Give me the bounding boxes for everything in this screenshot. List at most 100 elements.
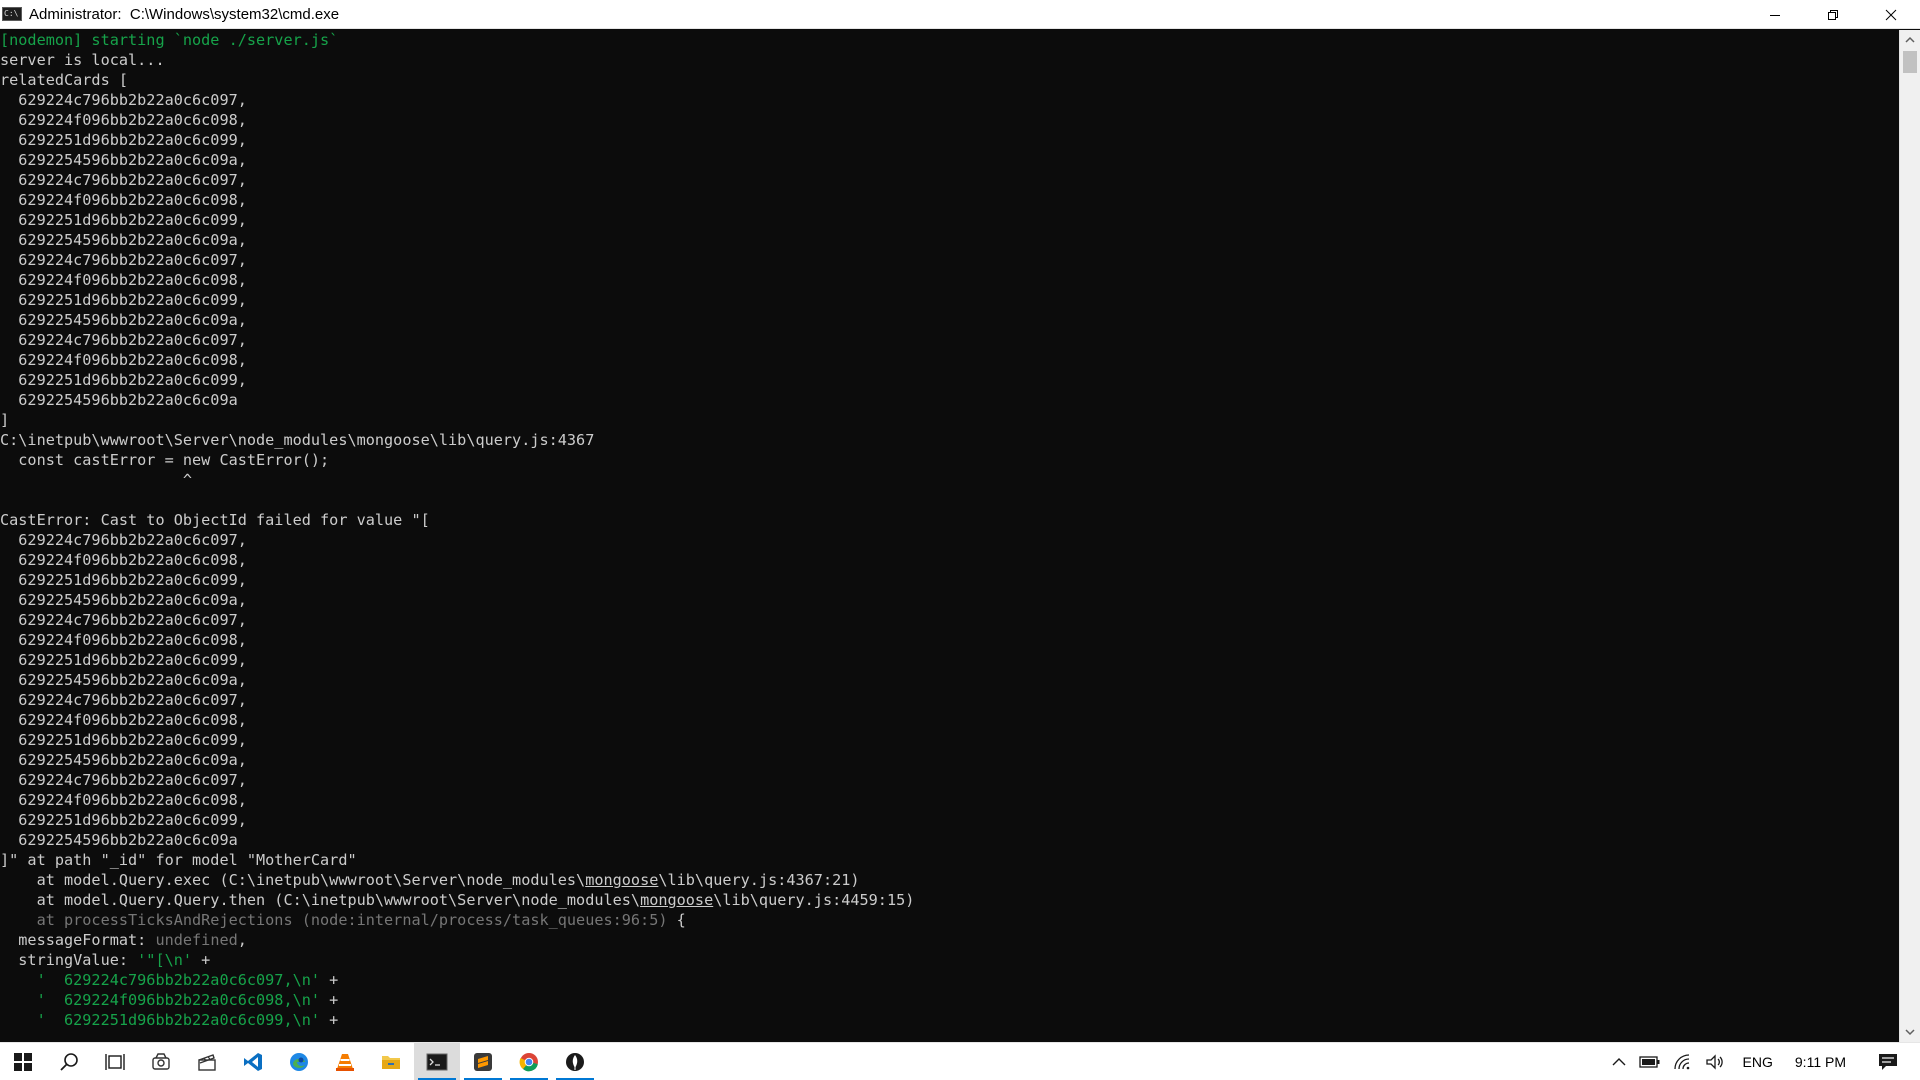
windows-start-icon: [14, 1052, 32, 1071]
console-scrollbar[interactable]: [1899, 30, 1920, 1042]
console-line: 6292254596bb2b22a0c6c09a,: [0, 590, 1899, 610]
console-line: C:\inetpub\wwwroot\Server\node_modules\m…: [0, 430, 1899, 450]
console-line: const castError = new CastError();: [0, 450, 1899, 470]
console-text: ' 629224c796bb2b22a0c6c097,\n': [0, 971, 321, 989]
console-text: 6292254596bb2b22a0c6c09a,: [0, 671, 247, 689]
task-view-icon: [105, 1053, 125, 1070]
battery-button[interactable]: [1633, 1043, 1667, 1080]
console-text: undefined: [155, 931, 238, 949]
console-text: 629224f096bb2b22a0c6c098,: [0, 271, 247, 289]
volume-button[interactable]: [1699, 1043, 1731, 1080]
console-line: at model.Query.exec (C:\inetpub\wwwroot\…: [0, 870, 1899, 890]
battery-icon: [1638, 1056, 1660, 1068]
taskbar-sublime[interactable]: [460, 1043, 506, 1080]
start-button[interactable]: [0, 1043, 46, 1080]
console-line: 629224f096bb2b22a0c6c098,: [0, 190, 1899, 210]
console-line: 629224f096bb2b22a0c6c098,: [0, 710, 1899, 730]
console-line: 6292254596bb2b22a0c6c09a: [0, 390, 1899, 410]
console-line: ^: [0, 470, 1899, 490]
scroll-thumb[interactable]: [1903, 51, 1917, 73]
console-text: {: [667, 911, 686, 929]
console-text: 629224f096bb2b22a0c6c098,: [0, 551, 247, 569]
console-text: 6292254596bb2b22a0c6c09a: [0, 831, 238, 849]
console-text: ' 6292251d96bb2b22a0c6c099,\n': [0, 1011, 321, 1029]
console-output[interactable]: [nodemon] starting `node ./server.js` ser…: [0, 30, 1899, 1042]
console-text: 6292254596bb2b22a0c6c09a,: [0, 751, 247, 769]
scroll-down-button[interactable]: [1900, 1022, 1920, 1042]
console-text: at processTicksAndRejections (node:inter…: [0, 911, 668, 929]
console-text: 629224c796bb2b22a0c6c097,: [0, 331, 247, 349]
taskbar-app-1[interactable]: [138, 1043, 184, 1080]
minimize-button[interactable]: [1746, 0, 1804, 29]
taskbar-edge[interactable]: [276, 1043, 322, 1080]
console-text: \lib\query.js:4459:15): [713, 891, 915, 909]
console-text: +: [320, 991, 339, 1009]
console-text: const castError = new CastError();: [0, 451, 330, 469]
title-bar[interactable]: Administrator: C:\Windows\system32\cmd.e…: [0, 0, 1920, 29]
search-button[interactable]: [46, 1043, 92, 1080]
console-text: 6292251d96bb2b22a0c6c099,: [0, 371, 247, 389]
cmd-app-icon: [2, 7, 22, 21]
scroll-up-button[interactable]: [1900, 30, 1920, 50]
taskbar-vscode[interactable]: [230, 1043, 276, 1080]
task-view-button[interactable]: [92, 1043, 138, 1080]
console-line: 6292251d96bb2b22a0c6c099,: [0, 130, 1899, 150]
console-line: 629224c796bb2b22a0c6c097,: [0, 170, 1899, 190]
console-line: ' 629224c796bb2b22a0c6c097,\n' +: [0, 970, 1899, 990]
console-text: server is local...: [0, 51, 165, 69]
console-text: 6292254596bb2b22a0c6c09a: [0, 391, 238, 409]
app-icon: [152, 1052, 170, 1070]
restore-button[interactable]: [1804, 0, 1862, 29]
console-line: ]: [0, 410, 1899, 430]
taskbar-app-2[interactable]: [184, 1043, 230, 1080]
action-center-button[interactable]: [1868, 1043, 1920, 1080]
taskbar: ENG 9:11 PM: [0, 1042, 1920, 1080]
console-line: [nodemon] starting `node ./server.js`: [0, 30, 1899, 50]
console-text: +: [192, 951, 211, 969]
clock[interactable]: 9:11 PM: [1785, 1043, 1868, 1080]
input-language-indicator[interactable]: ENG: [1731, 1043, 1785, 1080]
console-text: \lib\query.js:4367:21): [658, 871, 860, 889]
console-line: 6292254596bb2b22a0c6c09a,: [0, 310, 1899, 330]
console-text: 629224f096bb2b22a0c6c098,: [0, 351, 247, 369]
console-line: 629224f096bb2b22a0c6c098,: [0, 270, 1899, 290]
console-line: server is local...: [0, 50, 1899, 70]
console-line: ' 6292251d96bb2b22a0c6c099,\n' +: [0, 1010, 1899, 1030]
console-text: 6292251d96bb2b22a0c6c099,: [0, 651, 247, 669]
taskbar-vlc[interactable]: [322, 1043, 368, 1080]
close-icon: [1885, 9, 1897, 20]
console-text: 6292251d96bb2b22a0c6c099,: [0, 291, 247, 309]
minimize-icon: [1770, 14, 1780, 16]
taskbar-cmd[interactable]: [414, 1042, 460, 1080]
close-button[interactable]: [1862, 0, 1920, 29]
console-text: 6292251d96bb2b22a0c6c099,: [0, 811, 247, 829]
mongodb-icon: [566, 1052, 584, 1071]
taskbar-file-explorer[interactable]: [368, 1043, 414, 1080]
console-text: relatedCards [: [0, 71, 129, 89]
window-title: Administrator: C:\Windows\system32\cmd.e…: [29, 5, 340, 23]
console-line: 629224c796bb2b22a0c6c097,: [0, 250, 1899, 270]
console-text: at model.Query.exec (C:\inetpub\wwwroot\…: [0, 871, 586, 889]
show-hidden-icons-button[interactable]: [1605, 1043, 1633, 1080]
console-line: 6292254596bb2b22a0c6c09a,: [0, 750, 1899, 770]
console-text: +: [320, 1011, 339, 1029]
console-line: 629224c796bb2b22a0c6c097,: [0, 90, 1899, 110]
console-line: 629224f096bb2b22a0c6c098,: [0, 110, 1899, 130]
console-text: 629224c796bb2b22a0c6c097,: [0, 251, 247, 269]
taskbar-chrome[interactable]: [506, 1043, 552, 1080]
console-text: ' 629224f096bb2b22a0c6c098,\n': [0, 991, 321, 1009]
console-text: ]" at path "_id" for model "MotherCard": [0, 851, 357, 869]
console-line: 6292251d96bb2b22a0c6c099,: [0, 730, 1899, 750]
console-text: 6292254596bb2b22a0c6c09a,: [0, 311, 247, 329]
network-button[interactable]: [1667, 1043, 1699, 1080]
console-text: 629224f096bb2b22a0c6c098,: [0, 631, 247, 649]
sublime-icon: [474, 1052, 492, 1071]
console-line: 6292251d96bb2b22a0c6c099,: [0, 290, 1899, 310]
console-text: 629224c796bb2b22a0c6c097,: [0, 171, 247, 189]
console-line: 6292251d96bb2b22a0c6c099,: [0, 650, 1899, 670]
notification-icon: [1879, 1054, 1897, 1070]
console-text: '"[\n': [137, 951, 193, 969]
console-line: 629224f096bb2b22a0c6c098,: [0, 630, 1899, 650]
taskbar-mongodb[interactable]: [552, 1043, 598, 1080]
